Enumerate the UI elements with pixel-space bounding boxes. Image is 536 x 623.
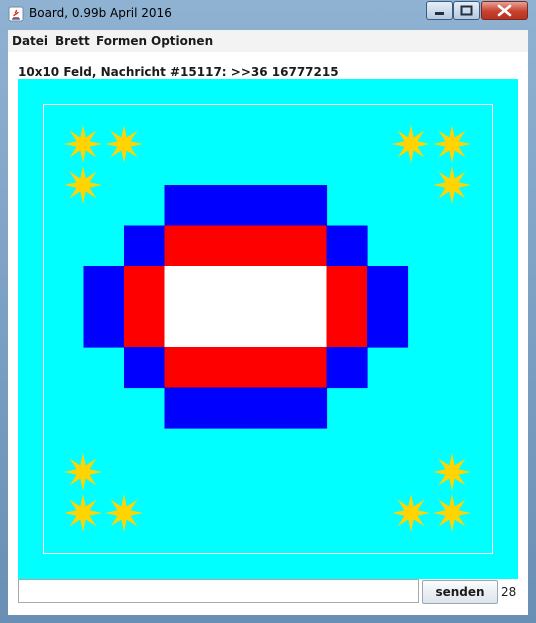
send-button[interactable]: senden [422,580,498,604]
board-cell[interactable] [124,347,166,389]
board-cell[interactable] [124,266,166,308]
close-button[interactable] [481,1,528,20]
board-cell[interactable] [83,306,125,348]
maximize-icon [460,5,473,16]
menu-brett[interactable]: Brett [55,34,90,48]
board-cell[interactable] [124,306,166,348]
star-icon [64,453,102,491]
board-cell[interactable] [124,225,166,267]
board-cell[interactable] [326,266,368,308]
board-cell[interactable] [164,306,206,348]
star-icon [105,494,143,532]
star-icon [392,494,430,532]
board-cell[interactable] [205,387,247,429]
board-cell[interactable] [83,266,125,308]
board-cell[interactable] [164,185,206,227]
board-cell[interactable] [245,185,287,227]
board-cell[interactable] [286,266,328,308]
maximize-button[interactable] [453,1,480,20]
star-icon [105,125,143,163]
board-cell[interactable] [245,225,287,267]
board-cell[interactable] [286,185,328,227]
game-board[interactable] [18,79,518,579]
star-icon [433,494,471,532]
board-cell[interactable] [205,347,247,389]
board-cell[interactable] [245,347,287,389]
window-client: Datei Brett Formen Optionen 10x10 Feld, … [8,30,528,615]
star-icon [64,494,102,532]
board-cell[interactable] [205,185,247,227]
status-message: 10x10 Feld, Nachricht #15117: >>36 16777… [18,65,339,79]
board-cell[interactable] [286,347,328,389]
title-bar[interactable]: Board, 0.99b April 2016 [0,0,536,30]
star-icon [433,125,471,163]
board-cell[interactable] [245,387,287,429]
board-cell[interactable] [367,266,409,308]
board-cell[interactable] [164,225,206,267]
menu-optionen[interactable]: Optionen [151,34,213,48]
menu-formen[interactable]: Formen [96,34,147,48]
board-cell[interactable] [245,266,287,308]
star-icon [64,166,102,204]
minimize-icon [435,12,444,15]
board-cell[interactable] [205,266,247,308]
star-icon [433,166,471,204]
board-cell[interactable] [326,306,368,348]
board-cell[interactable] [205,225,247,267]
message-counter: 28 [501,585,517,599]
java-app-icon [8,6,24,22]
board-cell[interactable] [164,266,206,308]
star-icon [433,453,471,491]
message-input[interactable] [18,579,419,603]
menu-datei[interactable]: Datei [12,34,48,48]
menu-bar: Datei Brett Formen Optionen [8,30,528,52]
board-cell[interactable] [245,306,287,348]
board-cell[interactable] [326,347,368,389]
board-cell[interactable] [286,225,328,267]
board-cell[interactable] [367,306,409,348]
board-cell[interactable] [326,225,368,267]
board-cell[interactable] [164,387,206,429]
close-icon [497,4,512,17]
star-icon [392,125,430,163]
minimize-button[interactable] [426,1,453,20]
window-title: Board, 0.99b April 2016 [29,6,172,20]
board-cell[interactable] [164,347,206,389]
board-cell[interactable] [286,387,328,429]
star-icon [64,125,102,163]
board-cell[interactable] [205,306,247,348]
board-cell[interactable] [286,306,328,348]
